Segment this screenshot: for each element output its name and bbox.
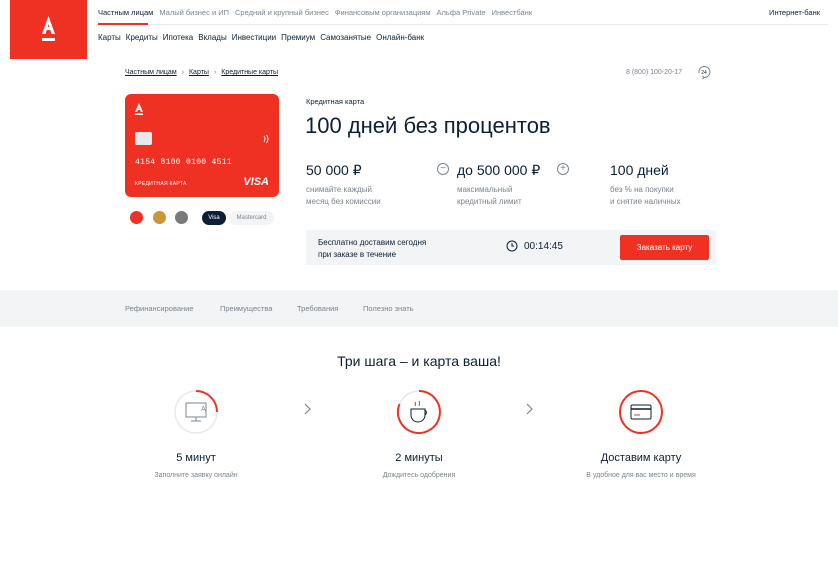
svg-text:A: A	[201, 406, 206, 413]
feature-desc: снимайте каждый месяц без комиссии	[306, 185, 381, 206]
breadcrumb-item[interactable]: Карты	[189, 69, 209, 76]
top-nav-item[interactable]: Частным лицам	[98, 8, 153, 17]
step-title: Доставим карту	[600, 452, 682, 464]
step-desc: В удобное для вас место и время	[586, 472, 696, 479]
sub-nav-item[interactable]: Карты	[98, 33, 121, 42]
sub-nav: Карты Кредиты Ипотека Вклады Инвестиции …	[98, 33, 429, 42]
chip-icon	[135, 132, 152, 145]
visa-toggle[interactable]: Visa	[202, 211, 226, 225]
top-nav: Частным лицам Малый бизнес и ИП Средний …	[98, 8, 538, 17]
sub-nav-item[interactable]: Ипотека	[163, 33, 194, 42]
card-icon	[619, 390, 663, 434]
tab-useful-info[interactable]: Полезно знать	[363, 304, 414, 313]
credit-card-image: 4154 8100 0100 4511 КРЕДИТНАЯ КАРТА VISA	[125, 94, 279, 197]
breadcrumb: Частным лицам › Карты › Кредитные карты	[125, 69, 278, 76]
sub-nav-item[interactable]: Вклады	[198, 33, 226, 42]
top-nav-divider	[96, 24, 828, 25]
section-tabs: Рефинансирование Преимущества Требования…	[0, 290, 838, 327]
tab-refinancing[interactable]: Рефинансирование	[125, 304, 194, 313]
top-nav-item[interactable]: Инвестбанк	[492, 8, 533, 17]
svg-text:24: 24	[701, 70, 707, 76]
step-desc: Дождитесь одобрения	[382, 472, 456, 479]
mastercard-toggle[interactable]: Mastercard	[229, 211, 274, 225]
delivery-text: Бесплатно доставим сегодня при заказе в т…	[318, 238, 427, 259]
alfa-logo-icon	[135, 103, 143, 115]
chevron-right-icon	[304, 403, 311, 415]
top-nav-item[interactable]: Альфа Private	[437, 8, 486, 17]
product-category: Кредитная карта	[306, 97, 365, 106]
sub-nav-item[interactable]: Кредиты	[126, 33, 158, 42]
chevron-right-icon: ›	[181, 69, 184, 76]
active-tab-indicator	[98, 23, 148, 25]
logo[interactable]	[10, 0, 87, 59]
tab-advantages[interactable]: Преимущества	[220, 304, 272, 313]
clock-icon	[506, 240, 518, 252]
color-option-gray[interactable]	[175, 211, 188, 224]
support-24-icon[interactable]: 24	[696, 64, 712, 80]
feature-value: 50 000 ₽	[306, 162, 362, 178]
steps-heading: Три шага – и карта ваша!	[337, 353, 501, 369]
breadcrumb-item[interactable]: Кредитные карты	[221, 69, 278, 76]
phone-number[interactable]: 8 (800) 100-20-17	[626, 69, 682, 76]
monitor-icon: A	[174, 390, 218, 434]
sub-nav-item[interactable]: Инвестиции	[232, 33, 276, 42]
top-nav-item[interactable]: Финансовым организациям	[335, 8, 431, 17]
feature-desc: без % на покупки и снятие наличных	[610, 185, 681, 206]
sub-nav-item[interactable]: Самозанятые	[320, 33, 371, 42]
alfa-logo-icon	[42, 16, 55, 41]
color-option-red[interactable]	[130, 211, 143, 224]
top-nav-item[interactable]: Малый бизнес и ИП	[159, 8, 229, 17]
card-number: 4154 8100 0100 4511	[135, 158, 232, 167]
contactless-icon	[263, 134, 269, 144]
feature-desc: максимальный кредитный лимит	[457, 185, 522, 206]
card-type-label: КРЕДИТНАЯ КАРТА	[135, 181, 187, 187]
delivery-banner: Бесплатно доставим сегодня при заказе в т…	[306, 230, 716, 265]
sub-nav-item[interactable]: Онлайн-банк	[376, 33, 424, 42]
feature-value: 100 дней	[610, 162, 669, 178]
page-title: 100 дней без процентов	[305, 113, 551, 138]
sub-nav-item[interactable]: Премиум	[281, 33, 315, 42]
tab-requirements[interactable]: Требования	[297, 304, 338, 313]
color-option-gold[interactable]	[153, 211, 166, 224]
step-desc: Заполните заявку онлайн	[154, 472, 238, 479]
increase-button[interactable]: +	[557, 163, 569, 175]
step-title: 2 минуты	[395, 452, 443, 464]
decrease-button[interactable]: −	[437, 163, 449, 175]
visa-logo: VISA	[243, 176, 269, 188]
order-card-button[interactable]: Заказать карту	[620, 235, 709, 260]
feature-value: до 500 000 ₽	[457, 162, 541, 178]
coffee-cup-icon	[396, 390, 441, 434]
step-title: 5 минут	[176, 452, 216, 464]
chevron-right-icon	[526, 403, 533, 415]
breadcrumb-item[interactable]: Частным лицам	[125, 69, 177, 76]
internet-bank-link[interactable]: Интернет-банк	[769, 8, 820, 17]
top-nav-item[interactable]: Средний и крупный бизнес	[235, 8, 329, 17]
countdown-timer: 00:14:45	[524, 241, 563, 252]
chevron-right-icon: ›	[213, 69, 217, 76]
